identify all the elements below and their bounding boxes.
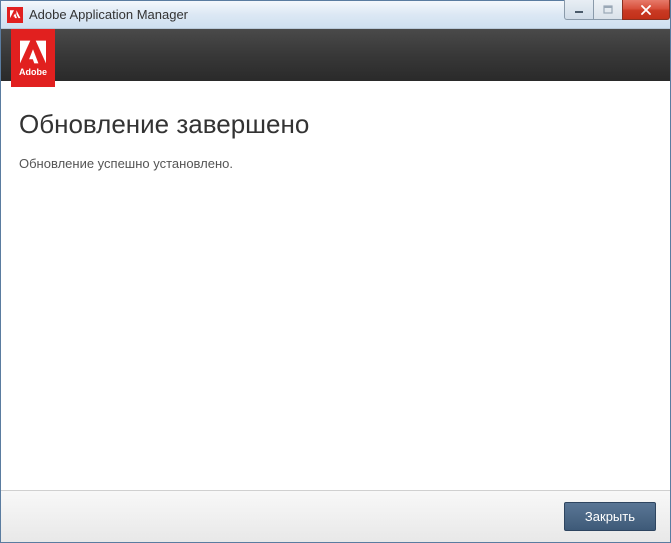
header-bar: Adobe [1, 29, 670, 81]
footer: Закрыть [1, 490, 670, 542]
adobe-logo: Adobe [11, 29, 55, 87]
maximize-button[interactable] [593, 0, 623, 20]
content-area: Обновление завершено Обновление успешно … [1, 81, 670, 490]
window-controls [565, 0, 670, 20]
close-window-button[interactable] [622, 0, 670, 20]
window-title: Adobe Application Manager [29, 7, 188, 22]
application-window: Adobe Application Manager Adobe Обновлен… [0, 0, 671, 543]
status-message: Обновление успешно установлено. [19, 156, 652, 171]
adobe-icon [7, 7, 23, 23]
titlebar[interactable]: Adobe Application Manager [1, 1, 670, 29]
minimize-button[interactable] [564, 0, 594, 20]
adobe-logo-text: Adobe [19, 67, 47, 77]
close-button[interactable]: Закрыть [564, 502, 656, 531]
page-title: Обновление завершено [19, 109, 652, 140]
